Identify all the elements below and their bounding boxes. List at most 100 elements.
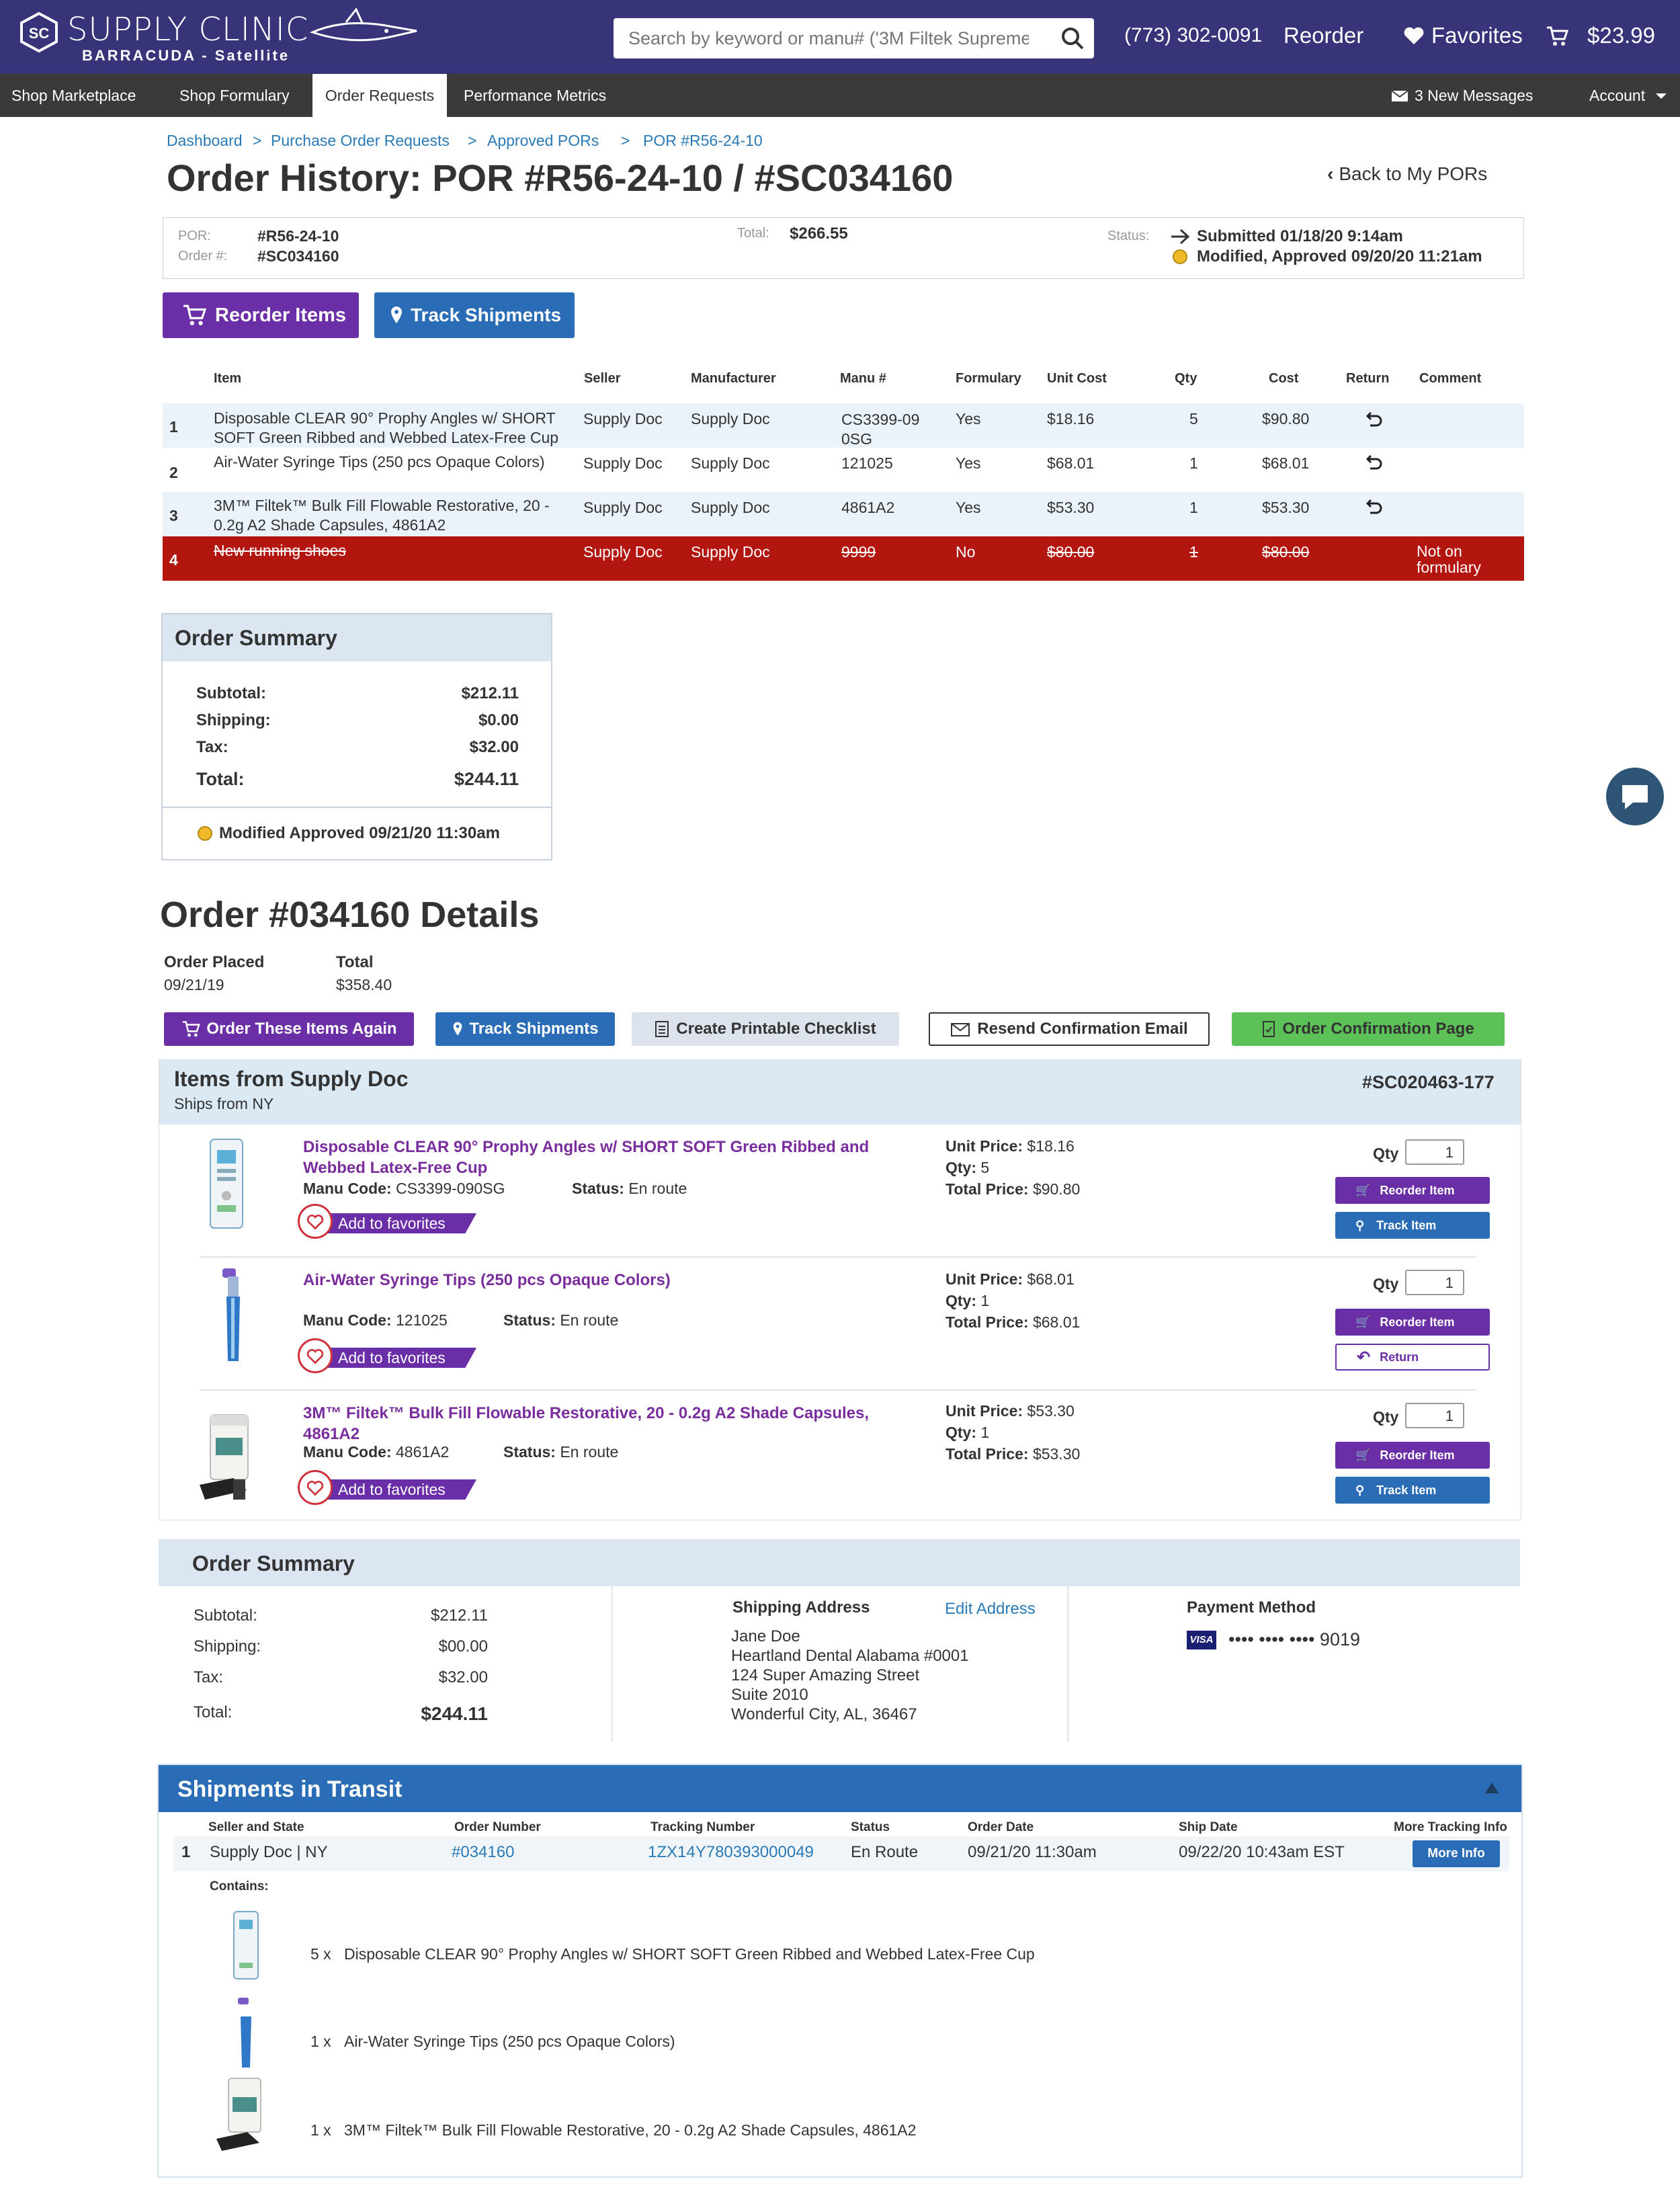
supply-clinic-logo-icon: SC [20,12,58,52]
item-title-link[interactable]: 3M™ Filtek™ Bulk Fill Flowable Restorati… [303,1403,908,1444]
contents-qty: 1 x [310,2033,331,2050]
qty-input[interactable]: 1 [1405,1270,1464,1295]
receipt-icon [1263,1021,1275,1037]
row-qty: 5 [1189,410,1198,427]
crumb-approved-pors[interactable]: Approved PORs [487,132,599,150]
track-shipments-button[interactable]: Track Shipments [374,292,575,338]
divider [200,1256,1476,1258]
barracuda-icon [309,7,417,42]
row-order-number-link[interactable]: #034160 [452,1843,514,1862]
product-image [210,1139,243,1229]
qty-input[interactable]: 1 [1405,1139,1464,1165]
order-total-value: $358.40 [336,976,392,993]
track-item-button[interactable]: ⚲ Track Item [1335,1477,1490,1504]
table-row-not-on-formulary: 4 New running shoes Supply Doc Supply Do… [163,536,1524,581]
printable-checklist-button[interactable]: Create Printable Checklist [632,1012,899,1046]
resend-confirmation-button[interactable]: Resend Confirmation Email [929,1012,1210,1046]
col-qty: Qty [1175,371,1198,386]
qty-label: Qty: [946,1424,976,1441]
order-confirmation-page-button[interactable]: Order Confirmation Page [1232,1012,1505,1046]
add-to-favorites-label: Add to favorites [317,1213,476,1233]
col-unit-cost: Unit Cost [1047,371,1107,386]
qty-label: Qty: [946,1292,976,1309]
return-item-button[interactable]: ↶ Return [1335,1344,1490,1371]
contents-name: Disposable CLEAR 90° Prophy Angles w/ SH… [344,1945,1035,1963]
more-info-button[interactable]: More Info [1413,1840,1500,1867]
crumb-dashboard[interactable]: Dashboard [167,132,243,150]
return-icon[interactable] [1366,496,1384,515]
col-item: Item [214,371,242,386]
reorder-item-button[interactable]: 🛒 Reorder Item [1335,1177,1490,1204]
cart-icon[interactable] [1546,26,1568,47]
search-input[interactable] [614,18,1030,58]
add-to-favorites-button[interactable]: Add to favorites [298,1470,486,1505]
chat-button[interactable] [1606,768,1664,825]
order-summary-2: Order Summary Subtotal: $212.11 Shipping… [159,1539,1520,1742]
row-manu-number: CS3399-09 0SG [841,411,920,448]
track-shipments-button-2[interactable]: Track Shipments [435,1012,615,1046]
crumb-purchase-order-requests[interactable]: Purchase Order Requests [271,132,450,150]
item-status: Status: En route [503,1311,618,1330]
shipments-in-transit-panel: Shipments in Transit Seller and State Or… [157,1764,1523,2178]
chevron-down-icon[interactable] [1654,92,1668,100]
heart-outline-icon [298,1338,333,1373]
reorder-items-button[interactable]: Reorder Items [163,292,359,338]
search-box[interactable] [614,18,1094,58]
reorder-item-button[interactable]: 🛒 Reorder Item [1335,1442,1490,1469]
row-seller: Supply Doc [583,543,663,561]
nav-shop-marketplace[interactable]: Shop Marketplace [11,74,136,117]
item-title-link[interactable]: Air-Water Syringe Tips (250 pcs Opaque C… [303,1270,881,1291]
back-to-pors-link[interactable]: ‹ Back to My PORs [1327,163,1487,185]
favorites-link[interactable]: Favorites [1431,23,1523,48]
account-menu[interactable]: Account [1589,74,1645,117]
address-line: Heartland Dental Alabama #0001 [731,1647,969,1665]
reorder-item-button[interactable]: 🛒 Reorder Item [1335,1309,1490,1336]
status-dot-icon [1173,249,1187,264]
add-to-favorites-button[interactable]: Add to favorites [298,1338,486,1373]
visa-card-icon: VISA [1187,1631,1216,1649]
cart-icon: 🛒 [1355,1183,1371,1197]
row-order-date: 09/21/20 11:30am [968,1843,1097,1861]
total-label: Total: [196,769,245,789]
edit-address-link[interactable]: Edit Address [945,1600,1036,1619]
order-items-again-button[interactable]: Order These Items Again [164,1012,414,1046]
order-summary-card: Order Summary Subtotal: $212.11 Shipping… [161,613,552,860]
nav-shop-formulary[interactable]: Shop Formulary [179,74,290,117]
row-unit-cost: $18.16 [1047,410,1095,427]
unit-price-label: Unit Price: [946,1137,1023,1155]
qty-input-label: Qty [1373,1275,1399,1293]
messages-link[interactable]: 3 New Messages [1415,74,1533,117]
track-item-button[interactable]: ⚲ Track Item [1335,1212,1490,1239]
manu-code-value: CS3399-090SG [396,1180,505,1197]
order-label: Order #: [178,249,228,263]
phone-link[interactable]: (773) 302-0091 [1124,24,1262,47]
item-title-link[interactable]: Disposable CLEAR 90° Prophy Angles w/ SH… [303,1137,881,1178]
item-manu-code: Manu Code: 4861A2 [303,1443,449,1461]
collapse-caret-icon[interactable] [1484,1781,1500,1795]
row-seller: Supply Doc [583,454,663,472]
shipments-header[interactable]: Shipments in Transit [159,1765,1521,1812]
reorder-link[interactable]: Reorder [1284,23,1363,48]
qty-input[interactable]: 1 [1405,1403,1464,1428]
row-seller: Supply Doc | NY [210,1843,328,1861]
address-line: Suite 2010 [731,1686,808,1704]
nav-performance-metrics[interactable]: Performance Metrics [464,74,606,117]
track-item-label: Track Item [1376,1218,1437,1232]
total-price-label: Total Price: [946,1313,1029,1331]
shipments-title: Shipments in Transit [177,1777,403,1802]
crumb-por[interactable]: POR #R56-24-10 [643,132,763,150]
total-label: Total: [737,226,769,241]
return-icon[interactable] [1366,409,1384,427]
address-line: Wonderful City, AL, 36467 [731,1705,917,1723]
cart-total[interactable]: $23.99 [1587,23,1655,48]
return-icon[interactable] [1366,452,1384,471]
nav-order-requests[interactable]: Order Requests [312,74,447,117]
reorder-item-label: Reorder Item [1380,1448,1455,1462]
row-tracking-number-link[interactable]: 1ZX14Y780393000049 [648,1843,814,1862]
total-price-value: $90.80 [1032,1180,1081,1198]
add-to-favorites-button[interactable]: Add to favorites [298,1204,486,1239]
ships-from: Ships from NY [174,1095,274,1112]
search-icon[interactable] [1060,26,1085,50]
subtotal-value: $212.11 [431,1606,488,1625]
brand-name[interactable]: SUPPLY CLINIC [67,11,308,48]
